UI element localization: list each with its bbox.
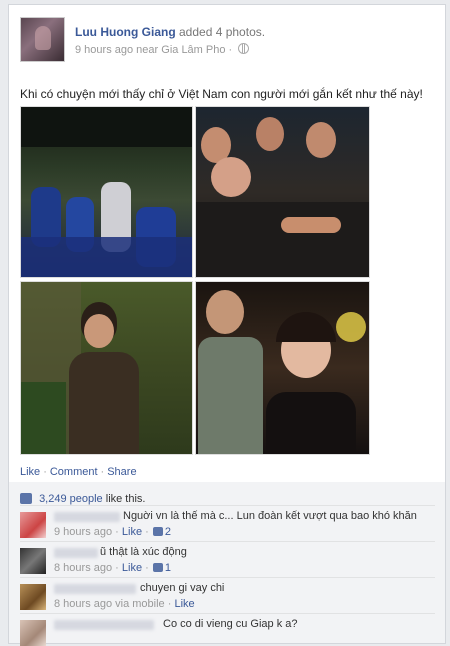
- comment-link[interactable]: Comment: [50, 466, 98, 478]
- photo-crowd-mourners[interactable]: [195, 106, 370, 278]
- comment-like-count[interactable]: 2: [165, 526, 171, 538]
- share-link[interactable]: Share: [107, 466, 136, 478]
- comment-like-link[interactable]: Like: [174, 598, 194, 610]
- author-line: Luu Huong Giang added 4 photos.: [75, 25, 265, 39]
- comment-item: ũ thật là xúc động 8 hours ago · Like · 1: [20, 541, 435, 578]
- globe-icon[interactable]: [238, 43, 250, 54]
- comment-text: Nguời vn là thế mà c... Lun đoàn kết vượ…: [123, 510, 417, 522]
- post-header: Luu Huong Giang added 4 photos. 9 hours …: [20, 17, 435, 63]
- comment-text: Co co di vieng cu Giap k a?: [163, 618, 298, 630]
- comment-time[interactable]: 9 hours ago: [54, 526, 112, 538]
- meta-separator: ·: [145, 526, 149, 538]
- post-action: added 4 photos.: [179, 25, 266, 39]
- post-message: Khi có chuyện mới thấy chỉ ở Việt Nam co…: [20, 87, 423, 101]
- meta-separator: ·: [115, 562, 119, 574]
- commenter-avatar[interactable]: [20, 584, 46, 610]
- actions-separator: ·: [43, 466, 47, 478]
- comment-item: Co co di vieng cu Giap k a?: [20, 613, 435, 646]
- comment-like-count[interactable]: 1: [165, 562, 171, 574]
- comment-meta: 8 hours ago · Like · 1: [54, 562, 171, 574]
- location-prefix: near: [136, 44, 159, 56]
- commenter-name-blurred[interactable]: [54, 512, 120, 522]
- comment-text: ũ thật là xúc động: [100, 546, 187, 558]
- comment-time[interactable]: 8 hours ago: [54, 562, 112, 574]
- thumbs-up-icon: [152, 563, 163, 572]
- photo-man-and-girl[interactable]: [195, 281, 370, 455]
- comment-time[interactable]: 8 hours ago via mobile: [54, 598, 165, 610]
- commenter-avatar[interactable]: [20, 512, 46, 538]
- commenter-name-blurred[interactable]: [54, 548, 98, 558]
- meta-separator: ·: [167, 598, 172, 610]
- post-actions: Like · Comment · Share: [20, 466, 137, 478]
- likes-summary: 3,249 people like this.: [20, 493, 146, 505]
- photo-crowd-volunteers[interactable]: [20, 106, 193, 278]
- commenter-name-blurred[interactable]: [54, 620, 154, 630]
- post-card: Luu Huong Giang added 4 photos. 9 hours …: [8, 4, 446, 646]
- author-avatar[interactable]: [20, 17, 65, 62]
- post-meta: 9 hours ago near Gia Lâm Pho ·: [75, 43, 250, 56]
- comment-meta: 9 hours ago · Like · 2: [54, 526, 171, 538]
- comment-item: Nguời vn là thế mà c... Lun đoàn kết vượ…: [20, 505, 435, 542]
- likes-suffix: like this.: [105, 493, 146, 505]
- photo-crying-woman[interactable]: [20, 281, 193, 455]
- actions-separator: ·: [100, 466, 105, 478]
- like-link[interactable]: Like: [20, 466, 40, 478]
- meta-separator: ·: [145, 562, 149, 574]
- commenter-name-blurred[interactable]: [54, 584, 136, 594]
- comment-item: chuyen gi vay chi 8 hours ago via mobile…: [20, 577, 435, 614]
- comment-text: chuyen gi vay chi: [140, 582, 225, 594]
- post-time[interactable]: 9 hours ago: [75, 44, 133, 56]
- commenter-avatar[interactable]: [20, 548, 46, 574]
- post-location[interactable]: Gia Lâm Pho: [161, 44, 225, 56]
- meta-separator: ·: [115, 526, 119, 538]
- comment-meta: 8 hours ago via mobile · Like: [54, 598, 195, 610]
- meta-separator: ·: [228, 44, 233, 56]
- author-name[interactable]: Luu Huong Giang: [75, 25, 176, 39]
- comment-like-link[interactable]: Like: [122, 562, 142, 574]
- likes-count[interactable]: 3,249 people: [39, 493, 103, 505]
- comment-like-link[interactable]: Like: [122, 526, 142, 538]
- thumbs-up-icon: [152, 527, 163, 536]
- commenter-avatar[interactable]: [20, 620, 46, 646]
- thumbs-up-icon: [20, 493, 32, 504]
